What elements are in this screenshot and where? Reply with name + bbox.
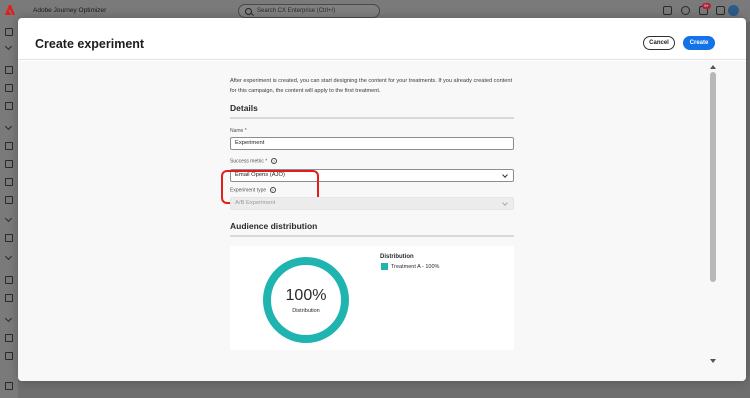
- adobe-logo-icon: [5, 5, 15, 15]
- chevron-down-icon[interactable]: [4, 122, 13, 131]
- audience-divider: [230, 235, 514, 237]
- reports-icon[interactable]: [5, 142, 13, 150]
- notification-badge: 9+: [702, 3, 711, 9]
- dialog-header: Create experiment Cancel Create: [18, 18, 746, 60]
- name-value: Experiment: [235, 140, 265, 146]
- chevron-down-icon: [502, 172, 508, 178]
- search-icon: [245, 8, 252, 15]
- experiment-type-select: A/B Experiment: [230, 197, 514, 210]
- help-icon[interactable]: [681, 6, 690, 15]
- profiles-icon[interactable]: [5, 294, 13, 302]
- search-placeholder: Search CX Enterprise (Ctrl+/): [257, 8, 336, 14]
- chevron-down-icon[interactable]: [4, 42, 13, 51]
- edit-icon[interactable]: [5, 382, 13, 390]
- message-icon[interactable]: [663, 6, 672, 15]
- name-label: Name *: [230, 128, 247, 134]
- legend-item: Treatment A - 100%: [391, 264, 440, 270]
- scroll-up-arrow-icon[interactable]: [710, 65, 716, 69]
- chevron-down-icon[interactable]: [4, 252, 13, 261]
- scrollbar-thumb[interactable]: [710, 72, 716, 282]
- intro-text: After experiment is created, you can sta…: [230, 78, 513, 94]
- create-experiment-dialog: Create experiment Cancel Create After ex…: [18, 18, 746, 381]
- journeys-icon[interactable]: [5, 84, 13, 92]
- offers-icon[interactable]: [5, 160, 13, 168]
- distribution-card: 100% Distribution Distribution Treatment…: [230, 246, 514, 350]
- app-title: Adobe Journey Optimizer: [33, 7, 107, 14]
- decisions-icon[interactable]: [5, 178, 13, 186]
- schemas-icon[interactable]: [5, 334, 13, 342]
- help-icon[interactable]: ?: [269, 187, 276, 193]
- donut-label: Distribution: [292, 308, 320, 314]
- settings-icon[interactable]: [5, 352, 13, 360]
- apps-grid-icon[interactable]: [716, 6, 725, 15]
- segments-icon[interactable]: [5, 276, 13, 284]
- name-input[interactable]: Experiment: [230, 137, 514, 150]
- distribution-donut: 100% Distribution: [263, 257, 349, 343]
- details-heading: Details: [230, 103, 258, 113]
- create-button[interactable]: Create: [683, 36, 715, 50]
- left-nav: [0, 22, 18, 398]
- experiment-icon[interactable]: [5, 234, 13, 242]
- templates-icon[interactable]: [5, 196, 13, 204]
- cancel-button[interactable]: Cancel: [643, 36, 675, 50]
- audience-distribution-heading: Audience distribution: [230, 221, 318, 231]
- help-icon[interactable]: ?: [270, 158, 277, 164]
- success-metric-label: Success metric * ?: [230, 158, 277, 165]
- global-search-input[interactable]: Search CX Enterprise (Ctrl+/): [238, 4, 380, 18]
- user-avatar[interactable]: [728, 5, 739, 16]
- content-icon[interactable]: [5, 102, 13, 110]
- chevron-down-icon[interactable]: [4, 214, 13, 223]
- experiment-type-label: Experiment type ?: [230, 187, 276, 194]
- chevron-down-icon: [502, 200, 508, 206]
- details-divider: [230, 117, 514, 119]
- chevron-down-icon[interactable]: [4, 314, 13, 323]
- dialog-title: Create experiment: [35, 37, 145, 51]
- experiment-type-value: A/B Experiment: [235, 200, 276, 206]
- scroll-down-arrow-icon[interactable]: [710, 359, 716, 363]
- donut-percent: 100%: [285, 287, 327, 304]
- dialog-body: After experiment is created, you can sta…: [18, 61, 746, 381]
- home-icon[interactable]: [5, 28, 13, 36]
- campaigns-icon[interactable]: [5, 66, 13, 74]
- legend-title: Distribution: [380, 254, 414, 260]
- legend-swatch: [381, 263, 388, 270]
